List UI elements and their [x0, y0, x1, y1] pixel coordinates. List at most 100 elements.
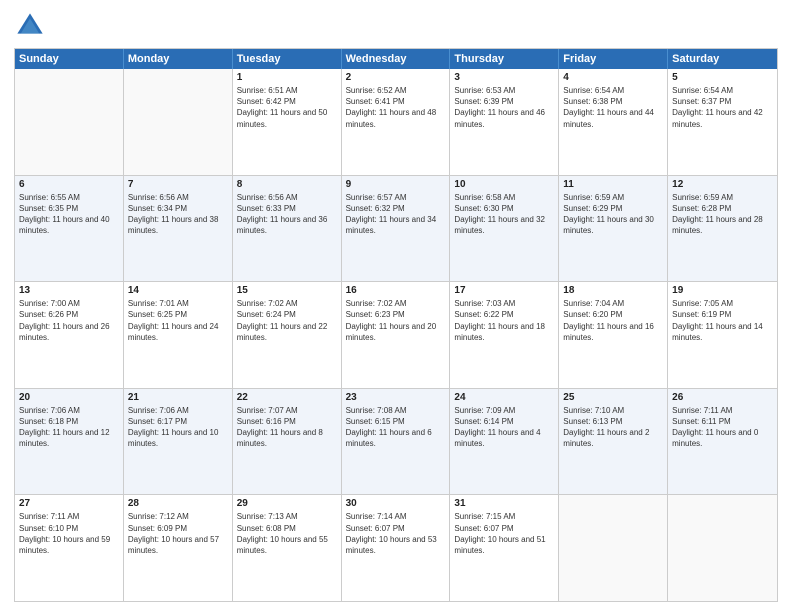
day-number: 4 — [563, 72, 663, 83]
day-number: 9 — [346, 179, 446, 190]
calendar-cell: 26 Sunrise: 7:11 AM Sunset: 6:11 PM Dayli… — [668, 389, 777, 495]
day-info: Sunrise: 7:08 AM Sunset: 6:15 PM Dayligh… — [346, 405, 446, 450]
day-number: 13 — [19, 285, 119, 296]
day-info: Sunrise: 6:56 AM Sunset: 6:34 PM Dayligh… — [128, 192, 228, 237]
calendar-row: 13 Sunrise: 7:00 AM Sunset: 6:26 PM Dayli… — [15, 281, 777, 388]
day-info: Sunrise: 6:55 AM Sunset: 6:35 PM Dayligh… — [19, 192, 119, 237]
calendar-cell: 5 Sunrise: 6:54 AM Sunset: 6:37 PM Daylig… — [668, 69, 777, 175]
day-number: 8 — [237, 179, 337, 190]
day-info: Sunrise: 7:13 AM Sunset: 6:08 PM Dayligh… — [237, 511, 337, 556]
day-number: 14 — [128, 285, 228, 296]
day-number: 7 — [128, 179, 228, 190]
day-info: Sunrise: 6:59 AM Sunset: 6:29 PM Dayligh… — [563, 192, 663, 237]
day-number: 10 — [454, 179, 554, 190]
calendar-cell: 30 Sunrise: 7:14 AM Sunset: 6:07 PM Dayli… — [342, 495, 451, 601]
day-number: 6 — [19, 179, 119, 190]
day-info: Sunrise: 7:06 AM Sunset: 6:17 PM Dayligh… — [128, 405, 228, 450]
calendar-cell: 4Sunrise: 6:54 AM Sunset: 6:38 PM Daylig… — [559, 69, 668, 175]
day-info: Sunrise: 7:11 AM Sunset: 6:10 PM Dayligh… — [19, 511, 119, 556]
day-number: 31 — [454, 498, 554, 509]
day-number: 22 — [237, 392, 337, 403]
day-number: 2 — [346, 72, 446, 83]
calendar-row: 20 Sunrise: 7:06 AM Sunset: 6:18 PM Dayli… — [15, 388, 777, 495]
calendar-cell — [559, 495, 668, 601]
calendar-cell: 1 Sunrise: 6:51 AM Sunset: 6:42 PM Daylig… — [233, 69, 342, 175]
calendar-cell — [668, 495, 777, 601]
day-number: 23 — [346, 392, 446, 403]
calendar-cell: 23 Sunrise: 7:08 AM Sunset: 6:15 PM Dayli… — [342, 389, 451, 495]
calendar-header: SundayMondayTuesdayWednesdayThursdayFrid… — [15, 49, 777, 69]
calendar-cell: 29 Sunrise: 7:13 AM Sunset: 6:08 PM Dayli… — [233, 495, 342, 601]
day-info: Sunrise: 7:02 AM Sunset: 6:24 PM Dayligh… — [237, 298, 337, 343]
weekday-header: Friday — [559, 49, 668, 69]
day-info: Sunrise: 7:04 AM Sunset: 6:20 PM Dayligh… — [563, 298, 663, 343]
day-number: 1 — [237, 72, 337, 83]
day-info: Sunrise: 7:00 AM Sunset: 6:26 PM Dayligh… — [19, 298, 119, 343]
day-info: Sunrise: 6:57 AM Sunset: 6:32 PM Dayligh… — [346, 192, 446, 237]
day-info: Sunrise: 7:15 AM Sunset: 6:07 PM Dayligh… — [454, 511, 554, 556]
calendar-cell: 10 Sunrise: 6:58 AM Sunset: 6:30 PM Dayli… — [450, 176, 559, 282]
calendar-cell: 14 Sunrise: 7:01 AM Sunset: 6:25 PM Dayli… — [124, 282, 233, 388]
day-info: Sunrise: 7:03 AM Sunset: 6:22 PM Dayligh… — [454, 298, 554, 343]
day-number: 17 — [454, 285, 554, 296]
day-number: 21 — [128, 392, 228, 403]
day-info: Sunrise: 6:58 AM Sunset: 6:30 PM Dayligh… — [454, 192, 554, 237]
day-info: Sunrise: 7:09 AM Sunset: 6:14 PM Dayligh… — [454, 405, 554, 450]
day-info: Sunrise: 6:54 AM Sunset: 6:37 PM Dayligh… — [672, 85, 773, 130]
day-info: Sunrise: 7:01 AM Sunset: 6:25 PM Dayligh… — [128, 298, 228, 343]
calendar-cell — [124, 69, 233, 175]
weekday-header: Saturday — [668, 49, 777, 69]
calendar-cell: 20 Sunrise: 7:06 AM Sunset: 6:18 PM Dayli… — [15, 389, 124, 495]
day-number: 29 — [237, 498, 337, 509]
day-info: Sunrise: 6:59 AM Sunset: 6:28 PM Dayligh… — [672, 192, 773, 237]
header — [14, 10, 778, 42]
day-info: Sunrise: 6:51 AM Sunset: 6:42 PM Dayligh… — [237, 85, 337, 130]
calendar-cell: 17 Sunrise: 7:03 AM Sunset: 6:22 PM Dayli… — [450, 282, 559, 388]
logo-icon — [14, 10, 46, 42]
calendar-cell: 13 Sunrise: 7:00 AM Sunset: 6:26 PM Dayli… — [15, 282, 124, 388]
day-info: Sunrise: 6:53 AM Sunset: 6:39 PM Dayligh… — [454, 85, 554, 130]
calendar-cell: 25Sunrise: 7:10 AM Sunset: 6:13 PM Dayli… — [559, 389, 668, 495]
calendar-cell: 8 Sunrise: 6:56 AM Sunset: 6:33 PM Daylig… — [233, 176, 342, 282]
day-info: Sunrise: 7:06 AM Sunset: 6:18 PM Dayligh… — [19, 405, 119, 450]
calendar-cell: 28Sunrise: 7:12 AM Sunset: 6:09 PM Dayli… — [124, 495, 233, 601]
calendar-cell: 7 Sunrise: 6:56 AM Sunset: 6:34 PM Daylig… — [124, 176, 233, 282]
day-number: 5 — [672, 72, 773, 83]
day-info: Sunrise: 6:56 AM Sunset: 6:33 PM Dayligh… — [237, 192, 337, 237]
calendar-cell: 21 Sunrise: 7:06 AM Sunset: 6:17 PM Dayli… — [124, 389, 233, 495]
weekday-header: Sunday — [15, 49, 124, 69]
day-number: 16 — [346, 285, 446, 296]
logo — [14, 10, 50, 42]
calendar-cell: 6 Sunrise: 6:55 AM Sunset: 6:35 PM Daylig… — [15, 176, 124, 282]
day-number: 19 — [672, 285, 773, 296]
day-number: 12 — [672, 179, 773, 190]
page: SundayMondayTuesdayWednesdayThursdayFrid… — [0, 0, 792, 612]
calendar-body: 1 Sunrise: 6:51 AM Sunset: 6:42 PM Daylig… — [15, 69, 777, 601]
day-info: Sunrise: 7:14 AM Sunset: 6:07 PM Dayligh… — [346, 511, 446, 556]
weekday-header: Wednesday — [342, 49, 451, 69]
day-number: 11 — [563, 179, 663, 190]
calendar-cell: 11 Sunrise: 6:59 AM Sunset: 6:29 PM Dayli… — [559, 176, 668, 282]
day-info: Sunrise: 6:52 AM Sunset: 6:41 PM Dayligh… — [346, 85, 446, 130]
calendar: SundayMondayTuesdayWednesdayThursdayFrid… — [14, 48, 778, 602]
calendar-cell: 31 Sunrise: 7:15 AM Sunset: 6:07 PM Dayli… — [450, 495, 559, 601]
day-number: 24 — [454, 392, 554, 403]
day-info: Sunrise: 7:11 AM Sunset: 6:11 PM Dayligh… — [672, 405, 773, 450]
calendar-cell: 9 Sunrise: 6:57 AM Sunset: 6:32 PM Daylig… — [342, 176, 451, 282]
day-number: 15 — [237, 285, 337, 296]
calendar-cell: 18Sunrise: 7:04 AM Sunset: 6:20 PM Dayli… — [559, 282, 668, 388]
calendar-cell: 27Sunrise: 7:11 AM Sunset: 6:10 PM Dayli… — [15, 495, 124, 601]
calendar-cell: 3Sunrise: 6:53 AM Sunset: 6:39 PM Daylig… — [450, 69, 559, 175]
day-number: 28 — [128, 498, 228, 509]
weekday-header: Tuesday — [233, 49, 342, 69]
calendar-cell — [15, 69, 124, 175]
calendar-cell: 24 Sunrise: 7:09 AM Sunset: 6:14 PM Dayli… — [450, 389, 559, 495]
day-number: 26 — [672, 392, 773, 403]
day-info: Sunrise: 7:10 AM Sunset: 6:13 PM Dayligh… — [563, 405, 663, 450]
day-number: 30 — [346, 498, 446, 509]
calendar-cell: 2 Sunrise: 6:52 AM Sunset: 6:41 PM Daylig… — [342, 69, 451, 175]
calendar-cell: 22Sunrise: 7:07 AM Sunset: 6:16 PM Dayli… — [233, 389, 342, 495]
day-number: 20 — [19, 392, 119, 403]
day-info: Sunrise: 7:02 AM Sunset: 6:23 PM Dayligh… — [346, 298, 446, 343]
calendar-row: 6 Sunrise: 6:55 AM Sunset: 6:35 PM Daylig… — [15, 175, 777, 282]
